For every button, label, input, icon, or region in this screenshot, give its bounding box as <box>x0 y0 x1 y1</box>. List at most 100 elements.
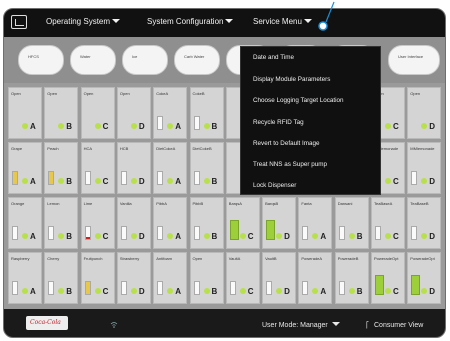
menu-operating-system-label: Operating System <box>46 17 111 26</box>
flavor-cell[interactable]: Open B <box>44 87 79 139</box>
menu-system-configuration[interactable]: System Configuration <box>147 17 234 26</box>
flavor-cell[interactable]: HCB D <box>116 142 151 194</box>
flavor-cell[interactable]: PoweradeOpt D <box>407 252 442 304</box>
flavor-cell[interactable]: VaultB D <box>262 252 297 304</box>
user-mode-selector[interactable]: User Mode: Manager <box>262 322 340 329</box>
valve-letter: B <box>211 177 218 186</box>
user-mode-label: User Mode: Manager <box>262 322 328 329</box>
flavor-cell[interactable]: Lemon B <box>44 197 79 249</box>
menu-item-display-module-params[interactable]: Display Module Parameters <box>253 76 330 83</box>
flavor-cell[interactable]: Cherry B <box>44 252 79 304</box>
pill-user-interface[interactable]: User Interface <box>388 45 440 75</box>
flavor-cell[interactable]: Open C <box>80 87 115 139</box>
flavor-name: Fruitpunch <box>83 256 103 261</box>
flavor-cell[interactable]: Fruitpunch C <box>80 252 115 304</box>
flavor-name: Peach <box>47 146 59 151</box>
menu-item-lock-dispenser[interactable]: Lock Dispenser <box>253 182 296 189</box>
pill-hfcs[interactable]: HFCS <box>18 45 64 75</box>
flavor-cell[interactable]: DietCokeA A <box>153 142 188 194</box>
status-dot-icon <box>276 233 283 239</box>
menu-item-logging-target[interactable]: Choose Logging Target Location <box>253 97 344 104</box>
status-dot-icon <box>22 123 28 129</box>
flavor-cell[interactable]: Lime C <box>80 197 115 249</box>
valve-letter: C <box>247 232 254 241</box>
flavor-name: Raspberry <box>11 256 30 261</box>
flavor-cell[interactable]: BarqsB D <box>262 197 297 249</box>
flavor-cell[interactable]: CokeA A <box>153 87 188 139</box>
flavor-cell[interactable]: PoweradeA A <box>298 252 333 304</box>
valve-letter: D <box>138 177 145 186</box>
flavor-cell[interactable]: Orange A <box>8 197 42 249</box>
menu-item-recycle-rfid[interactable]: Recycle RFID Tag <box>253 119 304 126</box>
valve-letter: D <box>429 177 436 186</box>
flavor-name: TeaBaseB <box>410 201 429 206</box>
flavor-name: Vanilla <box>119 201 132 206</box>
status-dot-icon <box>312 233 319 239</box>
flavor-cell[interactable]: Open A <box>8 87 42 139</box>
flavor-cell[interactable]: Peach B <box>44 142 79 194</box>
flavor-name: MMlemonade <box>410 146 435 151</box>
flavor-name: Open <box>83 91 94 96</box>
flavor-cell[interactable]: TeaBaseA C <box>371 197 405 249</box>
flavor-cell[interactable]: Open B <box>189 252 224 304</box>
flavor-name: Open <box>11 91 21 96</box>
chevron-down-icon <box>112 19 121 23</box>
flavor-cell[interactable]: Vanilla D <box>116 197 151 249</box>
pill-water[interactable]: Water <box>70 45 116 75</box>
valve-letter: C <box>102 122 109 131</box>
flavor-cell[interactable]: Grape A <box>8 142 42 194</box>
flavor-cell[interactable]: DietCokeB B <box>189 142 224 194</box>
menu-item-treat-nns[interactable]: Treat NNS as Super pump <box>253 161 327 168</box>
flavor-name: TeaBaseA <box>374 201 393 206</box>
signal-icon <box>110 322 118 328</box>
status-dot-icon <box>348 288 355 294</box>
pill-label: Carb Water <box>184 54 205 59</box>
flavor-cell[interactable]: Fanta A <box>298 197 333 249</box>
valve-letter: D <box>284 232 290 241</box>
flavor-cell[interactable]: PoweradeOpt C <box>371 252 405 304</box>
flavor-cell[interactable]: MMlemonade D <box>407 142 442 194</box>
flavor-cell[interactable]: TeaBaseB D <box>407 197 442 249</box>
menu-service[interactable]: Service Menu <box>253 17 312 26</box>
status-dot-icon <box>312 288 319 294</box>
level-indicator <box>157 116 164 130</box>
level-indicator <box>12 281 18 295</box>
flavor-cell[interactable]: Strawberry D <box>116 252 151 304</box>
flavor-name: VaultB <box>265 256 277 261</box>
flavor-cell[interactable]: Dansani B <box>334 197 369 249</box>
valve-letter: D <box>138 287 145 296</box>
flavor-cell[interactable]: BarqsA C <box>225 197 260 249</box>
level-indicator <box>266 281 273 295</box>
flavor-cell[interactable]: Raspberry A <box>8 252 42 304</box>
flavor-cell[interactable]: PibbA A <box>153 197 188 249</box>
flavor-cell[interactable]: Open D <box>407 87 442 139</box>
level-indicator <box>411 275 421 295</box>
valve-letter: B <box>66 232 73 241</box>
flavor-name: DietCokeB <box>192 146 212 151</box>
flavor-cell[interactable]: Open D <box>116 87 151 139</box>
flavor-name: BarqsB <box>265 201 279 206</box>
home-icon[interactable] <box>11 15 27 29</box>
pill-carb-water[interactable]: Carb Water <box>174 45 220 75</box>
menu-item-date-time[interactable]: Date and Time <box>253 54 294 61</box>
consumer-view-label: Consumer View <box>374 322 424 329</box>
flavor-name: Cherry <box>47 256 60 261</box>
pill-ice[interactable]: Ice <box>122 45 168 75</box>
flavor-cell[interactable]: HCA C <box>80 142 115 194</box>
flavor-cell[interactable]: VaultA C <box>225 252 260 304</box>
flavor-name: HCA <box>83 146 93 151</box>
chevron-down-icon <box>303 19 312 23</box>
menu-operating-system[interactable]: Operating System <box>46 17 121 26</box>
consumer-view-button[interactable]: ⎡ Consumer View <box>366 322 423 329</box>
flavor-cell[interactable]: Antifoam A <box>153 252 188 304</box>
chevron-down-icon <box>225 19 234 23</box>
menu-item-revert-default[interactable]: Revert to Default Image <box>253 140 320 147</box>
flavor-cell[interactable]: PibbB B <box>189 197 224 249</box>
level-indicator <box>302 281 309 295</box>
flavor-cell[interactable]: CokeB B <box>189 87 224 139</box>
level-indicator <box>266 220 276 240</box>
valve-letter: B <box>211 232 218 241</box>
flavor-name: Grape <box>11 146 23 151</box>
valve-letter: A <box>175 232 181 241</box>
flavor-cell[interactable]: PoweradeB B <box>334 252 369 304</box>
